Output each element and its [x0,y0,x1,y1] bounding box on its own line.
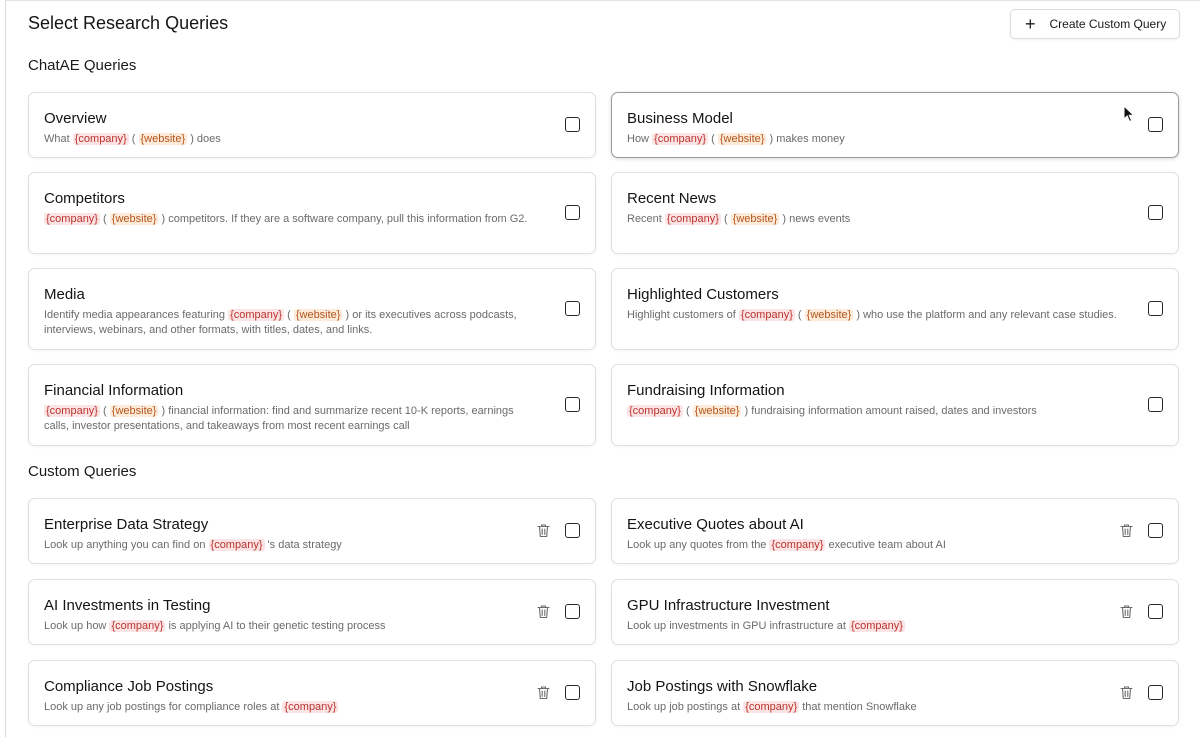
company-token: {company} [738,309,795,321]
mouse-cursor-icon [1123,105,1135,123]
query-card-financial-information[interactable]: Financial Information {company} ( {websi… [28,364,596,446]
query-card-fundraising-information[interactable]: Fundraising Information {company} ( {web… [611,364,1179,446]
query-description: Recent {company} ( {website} ) news even… [627,213,851,225]
website-token: {website} [692,405,742,417]
custom-query-card-enterprise-data-strategy[interactable]: Enterprise Data Strategy Look up anythin… [28,498,596,564]
custom-query-card-job-postings-snowflake[interactable]: Job Postings with Snowflake Look up job … [611,660,1179,726]
query-checkbox[interactable] [1148,604,1163,619]
page-title: Select Research Queries [28,13,229,33]
query-description: Look up anything you can find on {compan… [44,539,342,551]
website-token: {website} [717,133,767,145]
query-title: Compliance Job Postings [44,678,214,695]
query-checkbox[interactable] [565,685,580,700]
trash-icon[interactable] [1120,523,1133,538]
query-title: Competitors [44,190,125,207]
query-title: Enterprise Data Strategy [44,516,209,533]
frame-top-border [5,0,1200,1]
query-checkbox[interactable] [1148,523,1163,538]
query-card-recent-news[interactable]: Recent News Recent {company} ( {website}… [611,172,1179,254]
query-description: Look up job postings at {company} that m… [627,701,917,713]
website-token: {website} [730,213,780,225]
trash-icon[interactable] [537,523,550,538]
query-description: {company} ( {website} ) fundraising info… [627,405,1037,417]
query-title: GPU Infrastructure Investment [627,597,830,614]
custom-query-card-gpu-infrastructure[interactable]: GPU Infrastructure Investment Look up in… [611,579,1179,645]
section-title-custom: Custom Queries [28,463,137,480]
query-description: Look up investments in GPU infrastructur… [627,620,905,632]
query-title: Media [44,286,85,303]
query-description: {company} ( {website} ) financial inform… [44,405,514,432]
plus-icon: + [1025,14,1036,34]
create-custom-query-button[interactable]: + Create Custom Query [1010,9,1180,39]
website-token: {website} [293,309,343,321]
custom-query-card-compliance-job-postings[interactable]: Compliance Job Postings Look up any job … [28,660,596,726]
query-description: What {company} ( {website} ) does [44,133,221,145]
website-token: {website} [109,405,159,417]
query-card-business-model[interactable]: Business Model How {company} ( {website}… [611,92,1179,158]
company-token: {company} [743,701,800,713]
query-checkbox[interactable] [1148,397,1163,412]
company-token: {company} [208,539,265,551]
trash-icon[interactable] [537,604,550,619]
query-title: Fundraising Information [627,382,785,399]
company-token: {company} [44,213,100,225]
query-title: Financial Information [44,382,184,399]
query-title: Executive Quotes about AI [627,516,804,533]
query-checkbox[interactable] [1148,205,1163,220]
company-token: {company} [627,405,683,417]
query-card-media[interactable]: Media Identify media appearances featuri… [28,268,596,350]
company-token: {company} [44,405,100,417]
query-description: How {company} ( {website} ) makes money [627,133,845,145]
query-checkbox[interactable] [565,604,580,619]
query-checkbox[interactable] [1148,301,1163,316]
trash-icon[interactable] [537,685,550,700]
query-card-highlighted-customers[interactable]: Highlighted Customers Highlight customer… [611,268,1179,350]
query-checkbox[interactable] [565,397,580,412]
custom-query-card-executive-quotes[interactable]: Executive Quotes about AI Look up any qu… [611,498,1179,564]
query-description: Look up any job postings for compliance … [44,701,339,713]
query-checkbox[interactable] [565,523,580,538]
company-token: {company} [72,133,129,145]
website-token: {website} [138,133,188,145]
query-title: AI Investments in Testing [44,597,211,614]
query-card-overview[interactable]: Overview What {company} ( {website} ) do… [28,92,596,158]
query-checkbox[interactable] [565,205,580,220]
query-title: Job Postings with Snowflake [627,678,818,695]
query-description: Identify media appearances featuring {co… [44,309,517,336]
query-title: Overview [44,110,107,127]
query-description: Highlight customers of {company} ( {webs… [627,309,1117,321]
query-description: Look up how {company} is applying AI to … [44,620,386,632]
section-title-chatae: ChatAE Queries [28,57,137,74]
company-token: {company} [769,539,826,551]
company-token: {company} [228,309,285,321]
custom-query-card-ai-investments-testing[interactable]: AI Investments in Testing Look up how {c… [28,579,596,645]
query-checkbox[interactable] [1148,117,1163,132]
website-token: {website} [804,309,854,321]
company-token: {company} [664,213,721,225]
company-token: {company} [848,620,905,632]
query-description: {company} ( {website} ) competitors. If … [44,213,528,225]
query-title: Highlighted Customers [627,286,779,303]
company-token: {company} [109,620,166,632]
query-checkbox[interactable] [1148,685,1163,700]
website-token: {website} [109,213,159,225]
company-token: {company} [652,133,709,145]
company-token: {company} [282,701,339,713]
query-checkbox[interactable] [565,117,580,132]
query-title: Recent News [627,190,717,207]
query-title: Business Model [627,110,733,127]
query-card-competitors[interactable]: Competitors {company} ( {website} ) comp… [28,172,596,254]
frame-left-border [5,0,6,737]
query-checkbox[interactable] [565,301,580,316]
query-description: Look up any quotes from the {company} ex… [627,539,946,551]
trash-icon[interactable] [1120,685,1133,700]
create-custom-query-label: Create Custom Query [1049,17,1167,31]
trash-icon[interactable] [1120,604,1133,619]
